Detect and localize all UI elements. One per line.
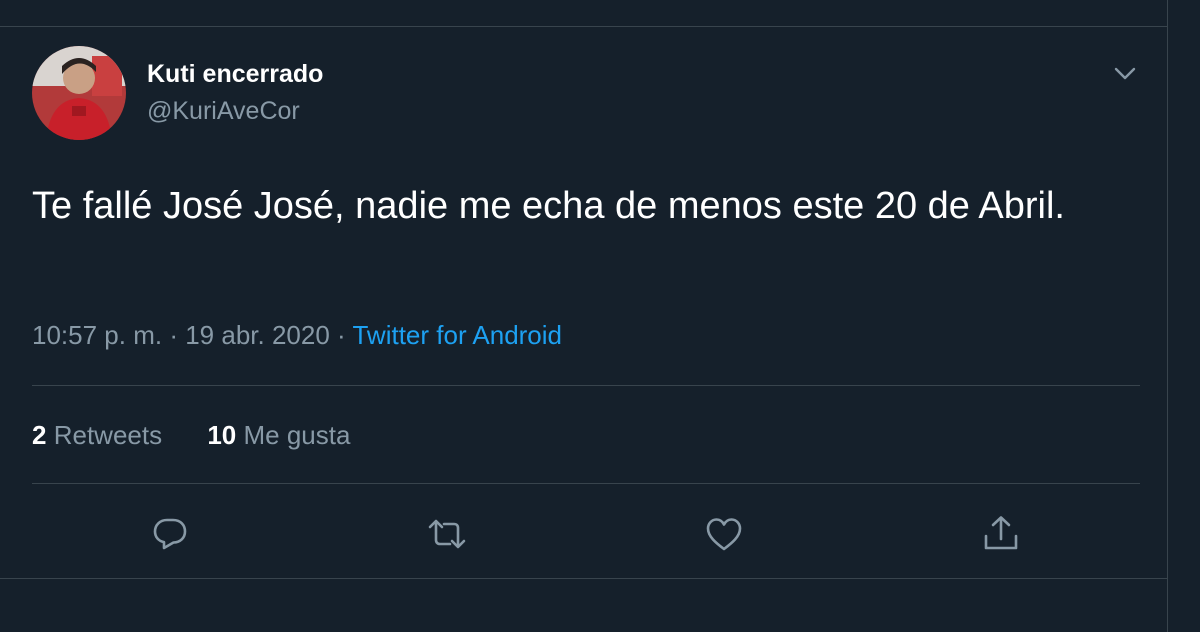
avatar[interactable] (32, 46, 126, 140)
retweets-label: Retweets (53, 420, 163, 450)
tweet-page: Kuti encerrado @KuriAveCor Te fallé José… (0, 0, 1200, 632)
likes-count: 10 (207, 420, 237, 450)
like-icon (706, 518, 742, 551)
tweet-date[interactable]: 19 abr. 2020 (185, 320, 330, 350)
user-handle[interactable]: @KuriAveCor (147, 97, 300, 126)
likes-stat[interactable]: 10 Me gusta (207, 420, 350, 451)
retweet-icon (428, 519, 466, 549)
retweet-button[interactable] (427, 514, 467, 554)
tweet-stats: 2 Retweets 10 Me gusta (32, 420, 388, 451)
tweet-source-link[interactable]: Twitter for Android (352, 320, 562, 350)
bottom-divider (0, 578, 1168, 579)
tweet-metadata: 10:57 p. m. · 19 abr. 2020 · Twitter for… (32, 320, 562, 351)
timeline-column: Kuti encerrado @KuriAveCor Te fallé José… (0, 0, 1168, 632)
reply-button[interactable] (150, 514, 190, 554)
likes-label: Me gusta (243, 420, 351, 450)
divider (32, 483, 1140, 484)
divider (32, 385, 1140, 386)
meta-separator: · (337, 320, 346, 350)
share-icon (984, 516, 1018, 550)
retweets-stat[interactable]: 2 Retweets (32, 420, 162, 451)
retweets-count: 2 (32, 420, 47, 450)
display-name[interactable]: Kuti encerrado (147, 60, 323, 89)
tweet-text: Te fallé José José, nadie me echa de men… (32, 185, 1065, 227)
like-button[interactable] (704, 514, 744, 554)
top-divider (0, 26, 1168, 27)
chevron-down-icon (1114, 67, 1136, 80)
share-button[interactable] (981, 514, 1021, 554)
avatar-image (32, 46, 126, 140)
reply-icon (153, 518, 187, 550)
meta-separator: · (169, 320, 178, 350)
tweet-time[interactable]: 10:57 p. m. (32, 320, 162, 350)
more-options-button[interactable] (1108, 56, 1142, 90)
